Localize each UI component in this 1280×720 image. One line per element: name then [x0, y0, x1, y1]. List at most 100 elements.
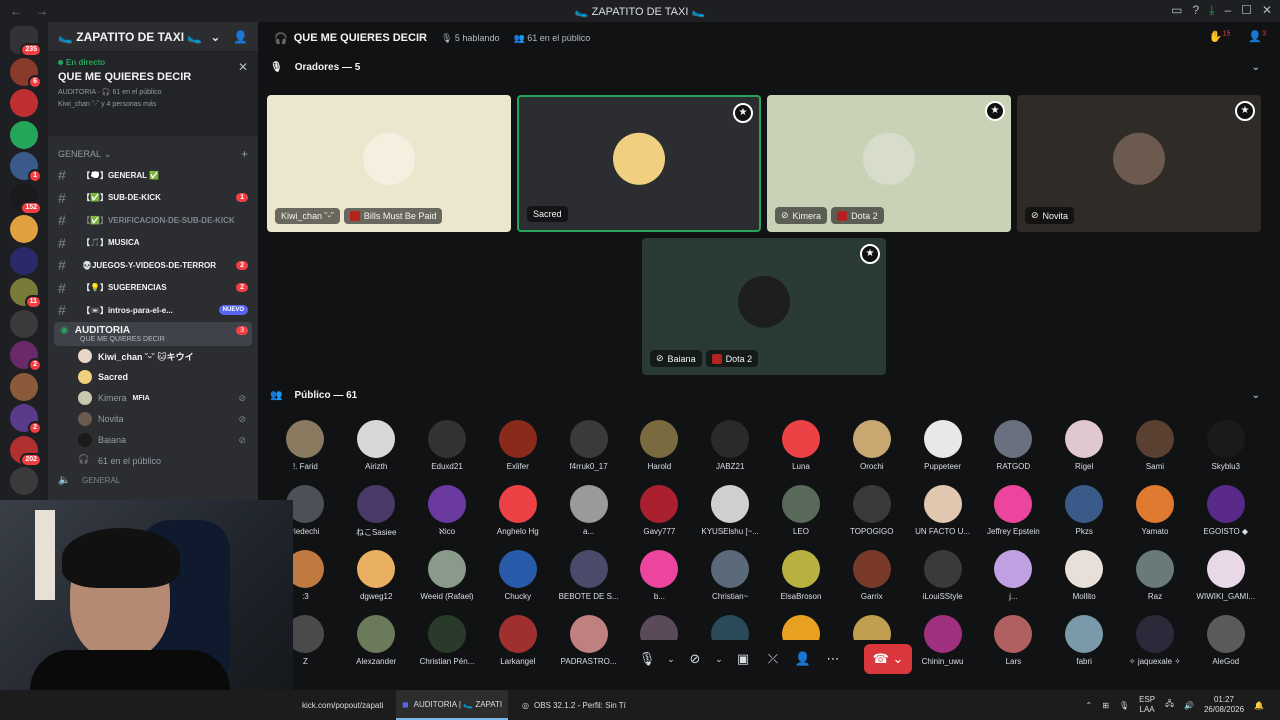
camera-off-button[interactable]: ⊘: [682, 646, 708, 672]
audience-member[interactable]: Luna: [766, 420, 837, 476]
invite-icon[interactable]: 👤: [233, 30, 248, 44]
voice-user[interactable]: Sacred: [48, 367, 258, 388]
audience-member[interactable]: Airizth: [341, 420, 412, 476]
audience-member[interactable]: Anghelo Hg: [482, 485, 553, 541]
speaker-tile[interactable]: Sacred ★: [517, 95, 761, 232]
server-icon[interactable]: 2: [10, 404, 42, 435]
server-icon[interactable]: 6: [10, 57, 42, 89]
mic-icon[interactable]: 🎙: [1119, 701, 1129, 710]
audience-member[interactable]: a...: [553, 485, 624, 541]
audience-member[interactable]: Alexzander: [341, 615, 412, 671]
live-stage-card[interactable]: En directo QUE ME QUIERES DECIR AUDITORI…: [48, 52, 258, 136]
server-icon[interactable]: [10, 309, 38, 338]
more-options-button[interactable]: ⋯: [820, 646, 846, 672]
audience-member[interactable]: Chucky: [482, 550, 553, 606]
audience-member[interactable]: j...: [978, 550, 1049, 606]
audience-member[interactable]: Gavy777: [624, 485, 695, 541]
audience-member[interactable]: !. Farid: [270, 420, 341, 476]
voice-channel-general[interactable]: 🔈 GENERAL: [48, 472, 258, 490]
public-section-header[interactable]: 👥 Público — 61 ⌄: [270, 390, 1260, 401]
task-kick-popout[interactable]: kick.com/popout/zapati: [296, 690, 389, 720]
chevron-down-icon[interactable]: ⌄: [1252, 390, 1260, 401]
server-icon[interactable]: [10, 215, 38, 243]
speakers-section-header[interactable]: 🎙 Oradores — 5 ⌄: [270, 62, 1260, 73]
audience-member[interactable]: AleGod: [1190, 615, 1261, 671]
server-icon[interactable]: 1: [10, 152, 42, 183]
chevron-down-icon[interactable]: ⌄: [1252, 62, 1260, 73]
speaker-tile[interactable]: ⊘ Novita ★: [1017, 95, 1261, 232]
server-icon[interactable]: 11: [10, 278, 42, 309]
minimize-button[interactable]: –: [1224, 3, 1231, 18]
invite-to-stage-icon[interactable]: 👤3: [1248, 30, 1266, 43]
audience-member[interactable]: fabri: [1049, 615, 1120, 671]
raise-hand-icon[interactable]: ✋15: [1209, 30, 1231, 43]
language-indicator[interactable]: ESP LAA: [1139, 695, 1155, 715]
audience-member[interactable]: Larkangel: [482, 615, 553, 671]
audience-member[interactable]: ElsaBroson: [766, 550, 837, 606]
audience-member[interactable]: Lars: [978, 615, 1049, 671]
add-channel-icon[interactable]: +: [241, 147, 248, 161]
audience-member[interactable]: LEO: [766, 485, 837, 541]
microphone-button[interactable]: 🎙: [634, 646, 660, 672]
volume-icon[interactable]: 🔊: [1184, 701, 1194, 710]
audience-member[interactable]: TOPOGIGO: [836, 485, 907, 541]
audience-member[interactable]: BEBOTE DE S...: [553, 550, 624, 606]
forward-arrow-icon[interactable]: →: [36, 4, 52, 18]
audience-member[interactable]: Exlifer: [482, 420, 553, 476]
clock[interactable]: 01:27 26/08/2026: [1204, 695, 1244, 715]
chevron-up-icon[interactable]: ⌃: [1086, 701, 1093, 710]
audience-member[interactable]: ✧ jaquexale ✧: [1120, 615, 1191, 671]
channel-item[interactable]: # 【🎵】MUSICA: [48, 232, 258, 255]
audience-member[interactable]: UN FACTO U...: [907, 485, 978, 541]
server-icon[interactable]: [10, 120, 38, 149]
download-icon[interactable]: ⤓: [1209, 3, 1214, 18]
audience-member[interactable]: JABZ21: [695, 420, 766, 476]
server-icon[interactable]: [10, 89, 38, 117]
audience-member[interactable]: Puppeteer: [907, 420, 978, 476]
audience-member[interactable]: Rigel: [1049, 420, 1120, 476]
audience-member[interactable]: f4rruk0_17: [553, 420, 624, 476]
leave-stage-button[interactable]: ☎ ⌄: [864, 644, 912, 674]
audience-member[interactable]: Skyblu3: [1190, 420, 1261, 476]
server-icon[interactable]: [10, 372, 38, 401]
help-icon[interactable]: ?: [1192, 3, 1199, 18]
audience-member[interactable]: Yamato: [1120, 485, 1191, 541]
server-icon[interactable]: 152: [10, 183, 42, 215]
audience-member[interactable]: Sami: [1120, 420, 1191, 476]
audience-member[interactable]: Orochi: [836, 420, 907, 476]
move-to-audience-button[interactable]: 👤: [790, 646, 816, 672]
server-header[interactable]: 🥿 ZAPATITO DE TAXI 🥿 ⌄ 👤: [48, 22, 258, 52]
server-icon[interactable]: 202: [10, 435, 42, 467]
maximize-button[interactable]: ☐: [1241, 3, 1252, 18]
chevron-down-icon[interactable]: ⌄: [664, 646, 678, 672]
voice-channel-auditoria[interactable]: ◉ AUDITORIA QUE ME QUIERES DECIR 3: [54, 321, 252, 346]
audience-member[interactable]: Eduxd21: [412, 420, 483, 476]
tray-app-icon[interactable]: ⊞: [1102, 701, 1109, 710]
audience-member[interactable]: PADRASTRO...: [553, 615, 624, 671]
audience-member[interactable]: EGOISTO ◆: [1190, 485, 1261, 541]
notification-icon[interactable]: 🔔: [1254, 701, 1264, 710]
channel-item[interactable]: # 💀JUEGOS-Y-VIDEOS-DE-TERROR 2: [48, 254, 258, 277]
channel-item[interactable]: # 【✅】SUB-DE-KICK 1: [48, 187, 258, 210]
audience-member[interactable]: Jeffrey Epstein: [978, 485, 1049, 541]
audience-member[interactable]: Christian Pén...: [412, 615, 483, 671]
speaker-tile[interactable]: ⊘ Kimera Dota 2 ★: [767, 95, 1011, 232]
voice-user[interactable]: Novita ⊘: [48, 409, 258, 430]
mute-speakers-button[interactable]: ⤫: [760, 646, 786, 672]
speaker-tile[interactable]: ⊘ Baiana Dota 2 ★: [642, 238, 886, 375]
share-screen-button[interactable]: ▣: [730, 646, 756, 672]
server-icon[interactable]: 235: [10, 26, 42, 57]
voice-user[interactable]: Kimera MFIA ⊘: [48, 388, 258, 409]
close-window-button[interactable]: ✕: [1262, 3, 1272, 18]
audience-member[interactable]: ねこSasiee: [341, 485, 412, 541]
task-discord[interactable]: ◼ AUDITORIA | 🥿 ZAPATI: [396, 690, 509, 720]
voice-user[interactable]: Baiana ⊘: [48, 430, 258, 451]
voice-user[interactable]: Kiwi_chan ˘ᵕ˘ 🐱キウイ: [48, 346, 258, 367]
audience-member[interactable]: Raz: [1120, 550, 1191, 606]
audience-member[interactable]: RATGOD: [978, 420, 1049, 476]
category-general[interactable]: GENERAL ⌄ +: [48, 144, 258, 164]
inbox-icon[interactable]: ▭: [1171, 3, 1182, 18]
close-icon[interactable]: ✕: [238, 60, 248, 74]
audience-member[interactable]: Weeid (Rafael): [412, 550, 483, 606]
back-arrow-icon[interactable]: ←: [10, 4, 26, 18]
